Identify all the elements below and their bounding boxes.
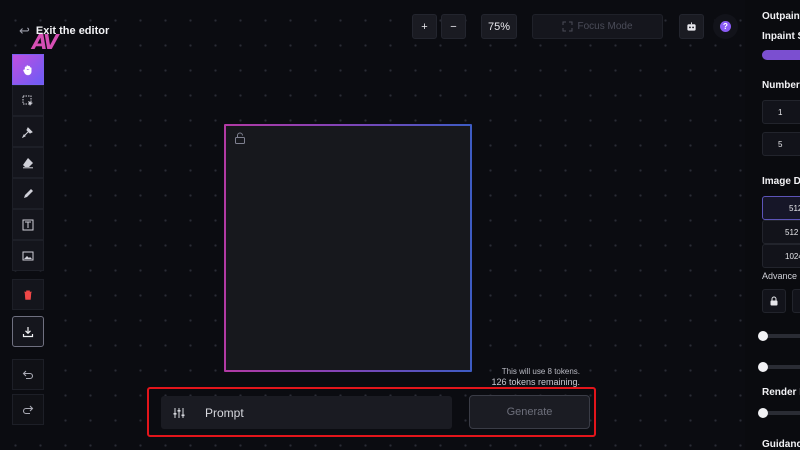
pencil-button[interactable]	[12, 178, 44, 209]
download-button[interactable]	[12, 316, 44, 347]
text-tool-button[interactable]	[12, 209, 44, 240]
generation-frame[interactable]	[224, 124, 472, 372]
text-frame-icon	[22, 219, 34, 230]
robot-icon	[687, 22, 696, 31]
number-images-label: Number	[762, 80, 800, 91]
settings-panel: Outpaint Inpaint S Number 1 5 Image D 51…	[754, 0, 800, 450]
redo-icon	[22, 405, 34, 414]
help-question-icon: ?	[720, 21, 731, 32]
help-button[interactable]: ?	[713, 14, 738, 39]
brush-icon	[22, 126, 33, 138]
pencil-icon	[24, 188, 33, 198]
app-logo-icon: AV	[32, 30, 59, 54]
undo-icon	[22, 370, 34, 379]
hand-icon	[23, 64, 32, 75]
zoom-out-button[interactable]: −	[441, 14, 466, 39]
advanced-slider-1[interactable]	[758, 331, 800, 341]
prompt-bar: Prompt Generate	[147, 387, 596, 437]
dimension-option-512a[interactable]: 512	[762, 196, 800, 220]
eraser-button[interactable]	[12, 147, 44, 178]
token-usage-text: This will use 8 tokens.	[501, 367, 580, 376]
image-icon	[22, 251, 34, 260]
prompt-input[interactable]: Prompt	[161, 396, 452, 429]
eraser-icon	[23, 157, 33, 168]
number-option-5[interactable]: 5	[762, 132, 800, 156]
focus-mode-button[interactable]: Focus Mode	[532, 14, 663, 39]
aspect-lock-button[interactable]	[762, 289, 786, 313]
image-upload-button[interactable]	[12, 240, 44, 271]
inpaint-strength-label: Inpaint S	[762, 31, 800, 42]
magic-brush-button[interactable]	[12, 116, 44, 147]
select-tool-button[interactable]	[12, 85, 44, 116]
undo-button[interactable]	[12, 359, 44, 390]
focus-mode-label: Focus Mode	[577, 21, 633, 32]
image-dimensions-label: Image D	[762, 176, 800, 187]
trash-icon	[24, 290, 32, 300]
outpaint-title: Outpaint	[762, 11, 800, 22]
exit-arrow-icon: ↩	[19, 23, 30, 38]
hand-tool-button[interactable]	[12, 54, 44, 85]
advanced-slider-2[interactable]	[758, 362, 800, 372]
delete-button[interactable]	[12, 279, 44, 310]
unlock-icon[interactable]	[234, 132, 246, 144]
zoom-controls: + −	[412, 14, 466, 39]
lock-icon	[770, 296, 778, 306]
tool-sidebar	[12, 54, 44, 425]
token-info: This will use 8 tokens. 126 tokens remai…	[470, 366, 580, 388]
focus-frame-icon	[562, 21, 573, 32]
inpaint-strength-slider[interactable]	[762, 50, 800, 60]
robot-assistant-button[interactable]	[679, 14, 704, 39]
slider-thumb[interactable]	[758, 408, 768, 418]
render-slider[interactable]	[758, 408, 800, 418]
settings-sliders-icon[interactable]	[173, 407, 185, 419]
number-option-1[interactable]: 1	[762, 100, 800, 124]
prompt-placeholder: Prompt	[205, 405, 244, 420]
zoom-level-display[interactable]: 75%	[481, 14, 517, 39]
select-cursor-icon	[22, 95, 33, 106]
generate-button[interactable]: Generate	[469, 395, 590, 429]
render-label: Render I	[762, 387, 800, 398]
download-icon	[22, 326, 34, 337]
dimension-option-512b[interactable]: 512	[762, 220, 800, 244]
advanced-option-button[interactable]	[792, 289, 800, 313]
slider-thumb[interactable]	[758, 362, 768, 372]
guidance-label: Guidanc	[762, 439, 800, 450]
zoom-in-button[interactable]: +	[412, 14, 437, 39]
slider-thumb[interactable]	[758, 331, 768, 341]
advanced-label: Advance	[762, 271, 798, 281]
dimension-option-1024[interactable]: 1024	[762, 244, 800, 268]
redo-button[interactable]	[12, 394, 44, 425]
